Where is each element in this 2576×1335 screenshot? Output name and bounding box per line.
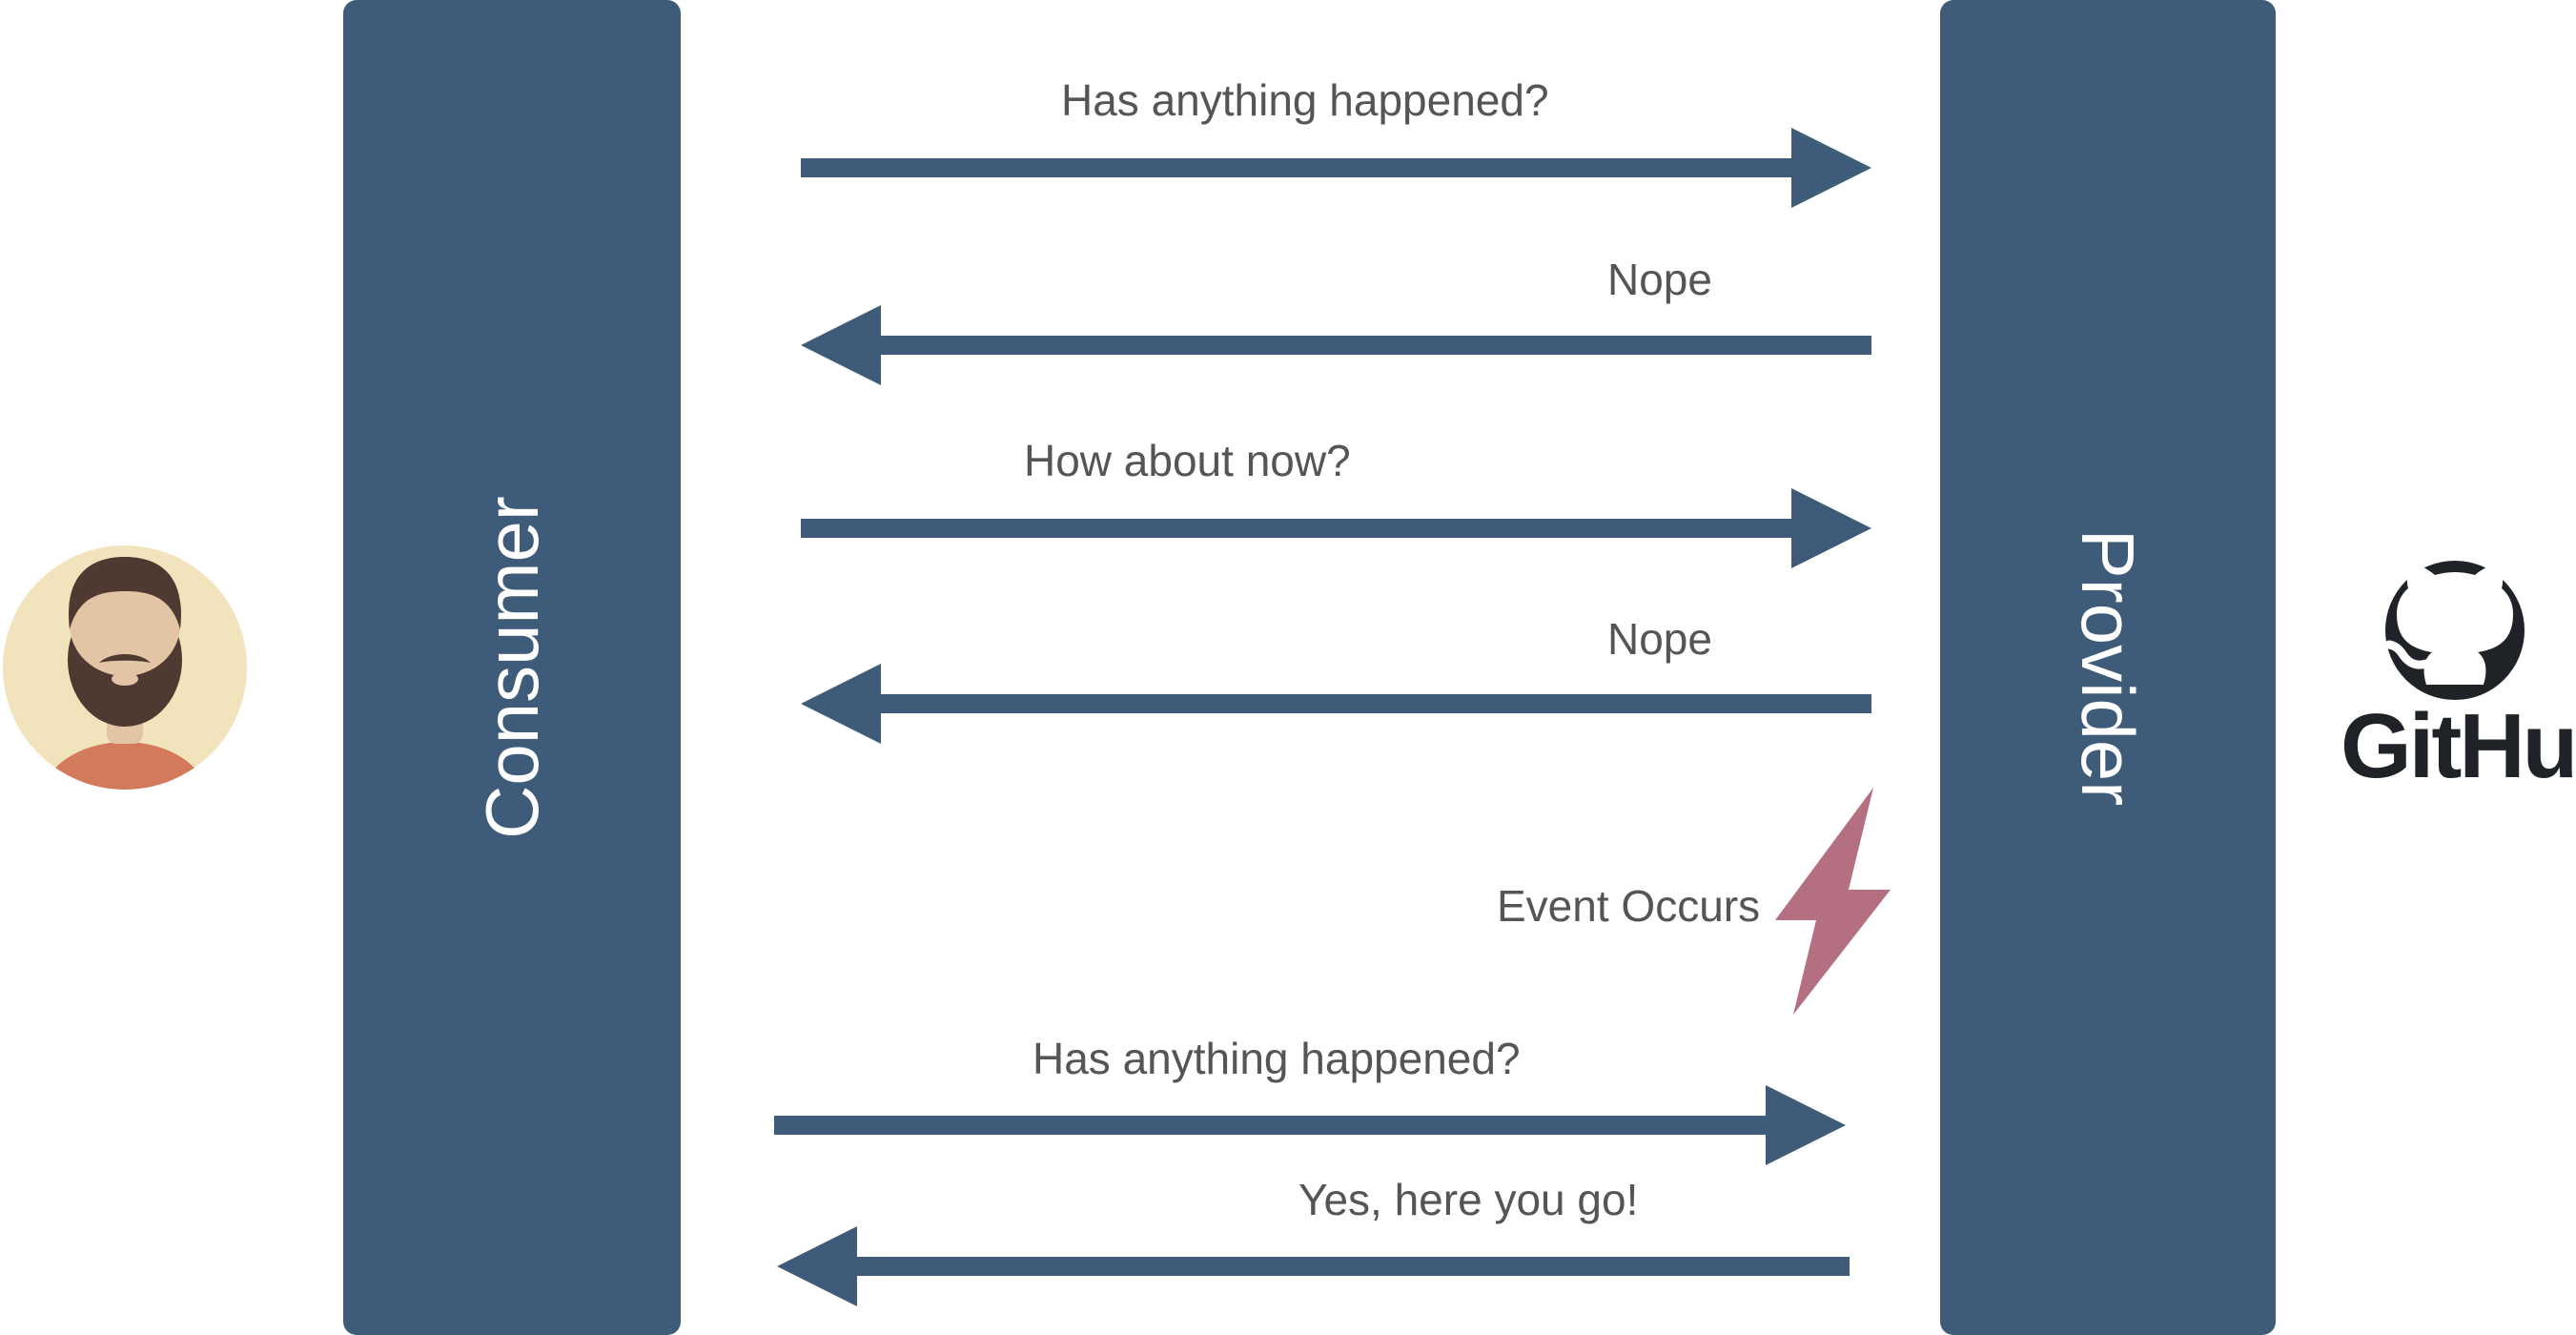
message-1-label: Has anything happened? [1061, 75, 1549, 125]
event-label: Event Occurs [1497, 881, 1761, 931]
message-6-arrow [777, 1226, 1850, 1306]
consumer-label: Consumer [470, 496, 554, 839]
user-avatar-icon [3, 545, 247, 790]
message-5-arrow [774, 1085, 1846, 1165]
message-4-label: Nope [1607, 614, 1712, 664]
message-4-arrow [801, 664, 1871, 744]
message-3-arrow [801, 488, 1871, 568]
provider-lifeline: Provider [1940, 0, 2276, 1335]
consumer-lifeline: Consumer [343, 0, 681, 1335]
github-octocat-icon [2384, 561, 2525, 700]
lightning-bolt-icon [1775, 788, 1891, 1015]
message-6-label: Yes, here you go! [1298, 1175, 1639, 1224]
message-2-arrow [801, 305, 1871, 385]
github-logo-text: GitHub [2341, 695, 2576, 797]
polling-sequence-diagram: Consumer Provider Has anything happened?… [0, 0, 2576, 1335]
message-5-label: Has anything happened? [1032, 1034, 1521, 1083]
message-2-label: Nope [1607, 255, 1712, 304]
provider-label: Provider [2066, 528, 2150, 807]
message-1-arrow [801, 128, 1871, 208]
message-3-label: How about now? [1024, 436, 1351, 485]
